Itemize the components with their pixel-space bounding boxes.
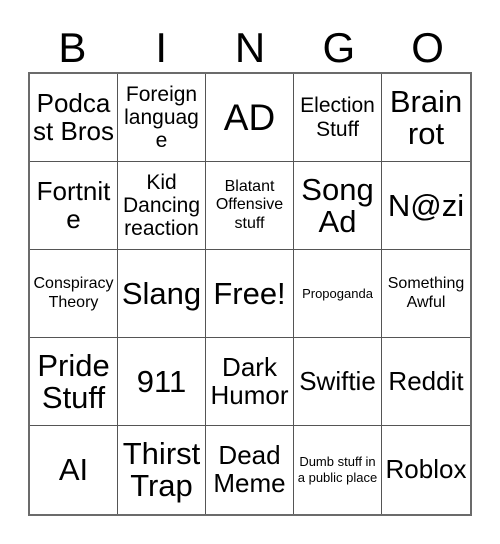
bingo-header-letter-g: G (322, 24, 356, 71)
bingo-cell-r1c2[interactable]: Foreign language (118, 74, 206, 162)
bingo-cell-label: Blatant Offensive stuff (215, 177, 284, 232)
bingo-cell-free-space[interactable]: Free! (206, 250, 294, 338)
bingo-cell-label: Free! (213, 275, 286, 311)
bingo-header-row: B I N G O (28, 18, 472, 70)
bingo-cell-label: Swiftie (299, 365, 376, 396)
bingo-cell-label: N@zi (387, 187, 465, 223)
bingo-cell-r5c4[interactable]: Dumb stuff in a public place (294, 426, 382, 514)
bingo-cell-label: Kid Dancing reaction (122, 170, 201, 241)
bingo-cell-label: Election Stuff (300, 94, 375, 141)
bingo-cell-r2c3[interactable]: Blatant Offensive stuff (206, 162, 294, 250)
bingo-header-letter-n: N (234, 24, 266, 71)
bingo-cell-label: Thirst Trap (122, 436, 201, 503)
bingo-cell-label: Propoganda (302, 285, 373, 301)
bingo-cell-label: Brain rot (389, 83, 463, 151)
bingo-cell-label: Dead Meme (213, 440, 286, 498)
bingo-cell-label: Something Awful (387, 274, 465, 311)
bingo-cell-r2c1[interactable]: Fortnite (30, 162, 118, 250)
bingo-cell-label: Dark Humor (210, 351, 289, 410)
bingo-cell-label: Song Ad (301, 171, 374, 239)
bingo-header-letter-o: O (411, 24, 444, 71)
bingo-cell-r5c5[interactable]: Roblox (382, 426, 470, 514)
bingo-cell-label: Dumb stuff in a public place (297, 454, 378, 485)
bingo-cell-label: AI (58, 452, 89, 488)
bingo-cell-r4c1[interactable]: Pride Stuff (30, 338, 118, 426)
bingo-cell-r3c2[interactable]: Slang (118, 250, 206, 338)
bingo-cell-r4c5[interactable]: Reddit (382, 338, 470, 426)
bingo-grid: Podcast Bros Foreign language AD Electio… (28, 72, 472, 516)
bingo-cell-r3c1[interactable]: Conspiracy Theory (30, 250, 118, 338)
bingo-cell-label: Pride Stuff (37, 347, 110, 415)
bingo-cell-label: Fortnite (36, 175, 111, 234)
bingo-cell-label: Roblox (385, 454, 467, 485)
bingo-cell-r4c3[interactable]: Dark Humor (206, 338, 294, 426)
bingo-cell-r1c4[interactable]: Election Stuff (294, 74, 382, 162)
bingo-cell-r4c2[interactable]: 911 (118, 338, 206, 426)
bingo-cell-r2c4[interactable]: Song Ad (294, 162, 382, 250)
bingo-cell-label: Reddit (388, 365, 464, 396)
bingo-cell-r1c1[interactable]: Podcast Bros (30, 74, 118, 162)
bingo-cell-label: 911 (136, 363, 187, 399)
bingo-cell-label: AD (223, 96, 276, 138)
bingo-card: B I N G O Podcast Bros Foreign language … (28, 18, 472, 516)
bingo-cell-r5c2[interactable]: Thirst Trap (118, 426, 206, 514)
bingo-cell-label: Podcast Bros (33, 87, 114, 146)
bingo-cell-r2c2[interactable]: Kid Dancing reaction (118, 162, 206, 250)
bingo-cell-label: Foreign language (124, 82, 199, 153)
bingo-cell-r3c5[interactable]: Something Awful (382, 250, 470, 338)
bingo-cell-r1c3[interactable]: AD (206, 74, 294, 162)
bingo-cell-r5c3[interactable]: Dead Meme (206, 426, 294, 514)
bingo-cell-label: Slang (121, 275, 202, 311)
bingo-cell-r1c5[interactable]: Brain rot (382, 74, 470, 162)
bingo-cell-r5c1[interactable]: AI (30, 426, 118, 514)
bingo-cell-label: Conspiracy Theory (33, 274, 114, 311)
bingo-header-letter-b: B (58, 24, 87, 71)
bingo-cell-r4c4[interactable]: Swiftie (294, 338, 382, 426)
bingo-cell-r3c4[interactable]: Propoganda (294, 250, 382, 338)
bingo-header-letter-i: I (155, 24, 168, 71)
bingo-cell-r2c5[interactable]: N@zi (382, 162, 470, 250)
